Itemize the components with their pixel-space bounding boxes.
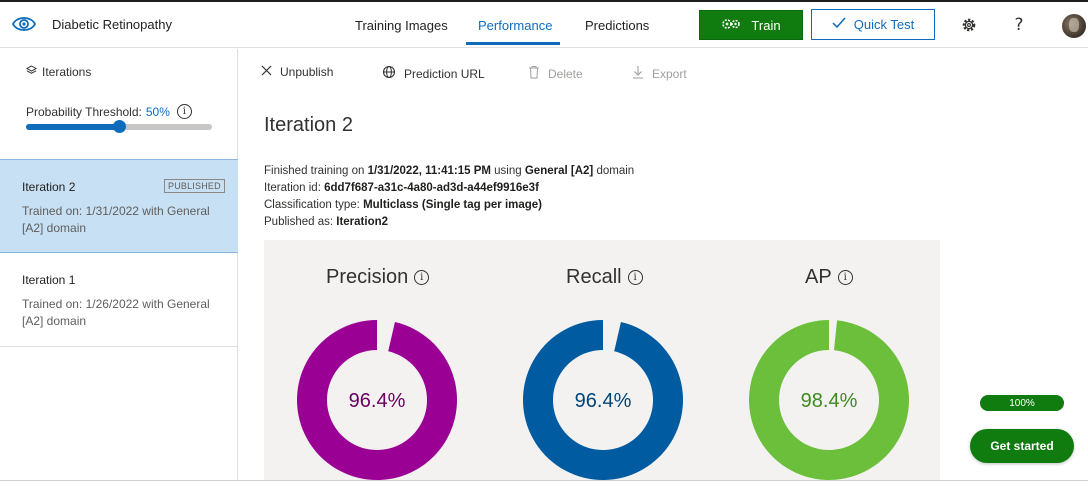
ap-value: 98.4%	[800, 390, 858, 412]
active-tab-indicator	[466, 42, 560, 45]
recall-label: Recall	[566, 266, 622, 288]
published-as-line: Published as: Iteration2	[264, 216, 388, 228]
delete-button[interactable]: Delete	[528, 65, 583, 82]
recall-title: Recall i	[566, 266, 643, 289]
close-icon	[261, 65, 272, 79]
iteration-description: Trained on: 1/31/2022 with General [A2] …	[22, 204, 210, 235]
iteration-item-1[interactable]: Iteration 1 Trained on: 1/26/2022 with G…	[0, 253, 238, 347]
finished-suffix: domain	[593, 165, 635, 177]
classification-value: Multiclass (Single tag per image)	[363, 199, 543, 211]
page-title: Iteration 2	[264, 114, 353, 136]
iteration-name: Iteration 1	[22, 273, 76, 287]
ap-label: AP	[805, 266, 832, 288]
trash-icon	[528, 65, 540, 82]
iteration-name: Iteration 2	[22, 180, 76, 194]
download-icon	[632, 65, 644, 82]
classification-label: Classification type:	[264, 199, 364, 211]
finished-domain: General [A2]	[524, 165, 594, 177]
avatar[interactable]	[1062, 14, 1086, 38]
finished-date: 1/31/2022, 11:41:15 PM	[367, 165, 491, 177]
published-as-value: Iteration2	[336, 216, 389, 228]
threshold-label: Probability Threshold:	[26, 104, 142, 119]
threshold-value: 50%	[145, 104, 170, 119]
iterations-label: Iterations	[42, 65, 92, 79]
quick-test-label: Quick Test	[853, 17, 915, 32]
unpublish-button[interactable]: Unpublish	[261, 65, 333, 79]
eye-icon[interactable]	[11, 14, 37, 34]
info-icon[interactable]: i	[627, 270, 643, 285]
train-label: Train	[751, 17, 781, 33]
checkmark-icon	[832, 17, 846, 32]
globe-icon	[382, 65, 396, 82]
tab-training-images[interactable]: Training Images	[355, 18, 448, 33]
published-as-label: Published as:	[264, 216, 337, 228]
delete-label: Delete	[548, 66, 583, 81]
ap-title: AP i	[805, 266, 853, 289]
precision-value: 96.4%	[348, 390, 406, 412]
info-icon[interactable]: i	[176, 104, 192, 119]
iterations-header[interactable]: Iterations	[25, 65, 92, 79]
finished-using: using	[490, 165, 525, 177]
get-started-button[interactable]: Get started	[970, 429, 1074, 463]
quick-test-button[interactable]: Quick Test	[811, 9, 935, 40]
unpublish-label: Unpublish	[280, 65, 334, 79]
prediction-url-label: Prediction URL	[404, 66, 485, 81]
finished-prefix: Finished training on	[264, 165, 368, 177]
info-icon[interactable]: i	[414, 270, 430, 285]
app-title[interactable]: Diabetic Retinopathy	[52, 17, 172, 32]
settings-icon[interactable]	[960, 16, 978, 34]
help-icon[interactable]: ?	[1010, 15, 1028, 35]
train-button[interactable]: Train	[699, 10, 803, 40]
tab-predictions[interactable]: Predictions	[585, 18, 649, 33]
probability-threshold: Probability Threshold: 50% i	[26, 104, 192, 119]
export-button[interactable]: Export	[632, 65, 687, 82]
published-badge: PUBLISHED	[164, 179, 225, 193]
slider-fill	[26, 124, 119, 130]
iteration-id-label: Iteration id:	[264, 182, 325, 194]
prediction-url-button[interactable]: Prediction URL	[382, 65, 485, 82]
iteration-id-value: 6dd7f687-a31c-4a80-ad3d-a44ef9916e3f	[324, 182, 539, 194]
iteration-id-line: Iteration id: 6dd7f687-a31c-4a80-ad3d-a4…	[264, 182, 539, 194]
iterations-sidebar: Iterations Probability Threshold: 50% i …	[0, 49, 238, 480]
precision-title: Precision i	[326, 266, 430, 289]
iteration-description: Trained on: 1/26/2022 with General [A2] …	[22, 297, 210, 328]
layers-icon	[25, 65, 38, 79]
gears-icon	[721, 17, 741, 34]
recall-value: 96.4%	[574, 390, 632, 412]
onboarding-progress: 100%	[980, 395, 1064, 411]
iteration-item-2[interactable]: Iteration 2 PUBLISHED Trained on: 1/31/2…	[0, 159, 238, 253]
info-icon[interactable]: i	[837, 270, 853, 285]
window-bottom-edge	[0, 480, 1088, 486]
export-label: Export	[652, 66, 687, 81]
threshold-slider[interactable]	[26, 120, 212, 133]
tab-performance[interactable]: Performance	[478, 18, 552, 33]
finished-training-line: Finished training on 1/31/2022, 11:41:15…	[264, 165, 634, 177]
slider-thumb[interactable]	[113, 120, 126, 133]
precision-label: Precision	[326, 266, 409, 288]
top-header: Diabetic Retinopathy Training Images Per…	[0, 2, 1088, 48]
classification-type-line: Classification type: Multiclass (Single …	[264, 199, 542, 211]
